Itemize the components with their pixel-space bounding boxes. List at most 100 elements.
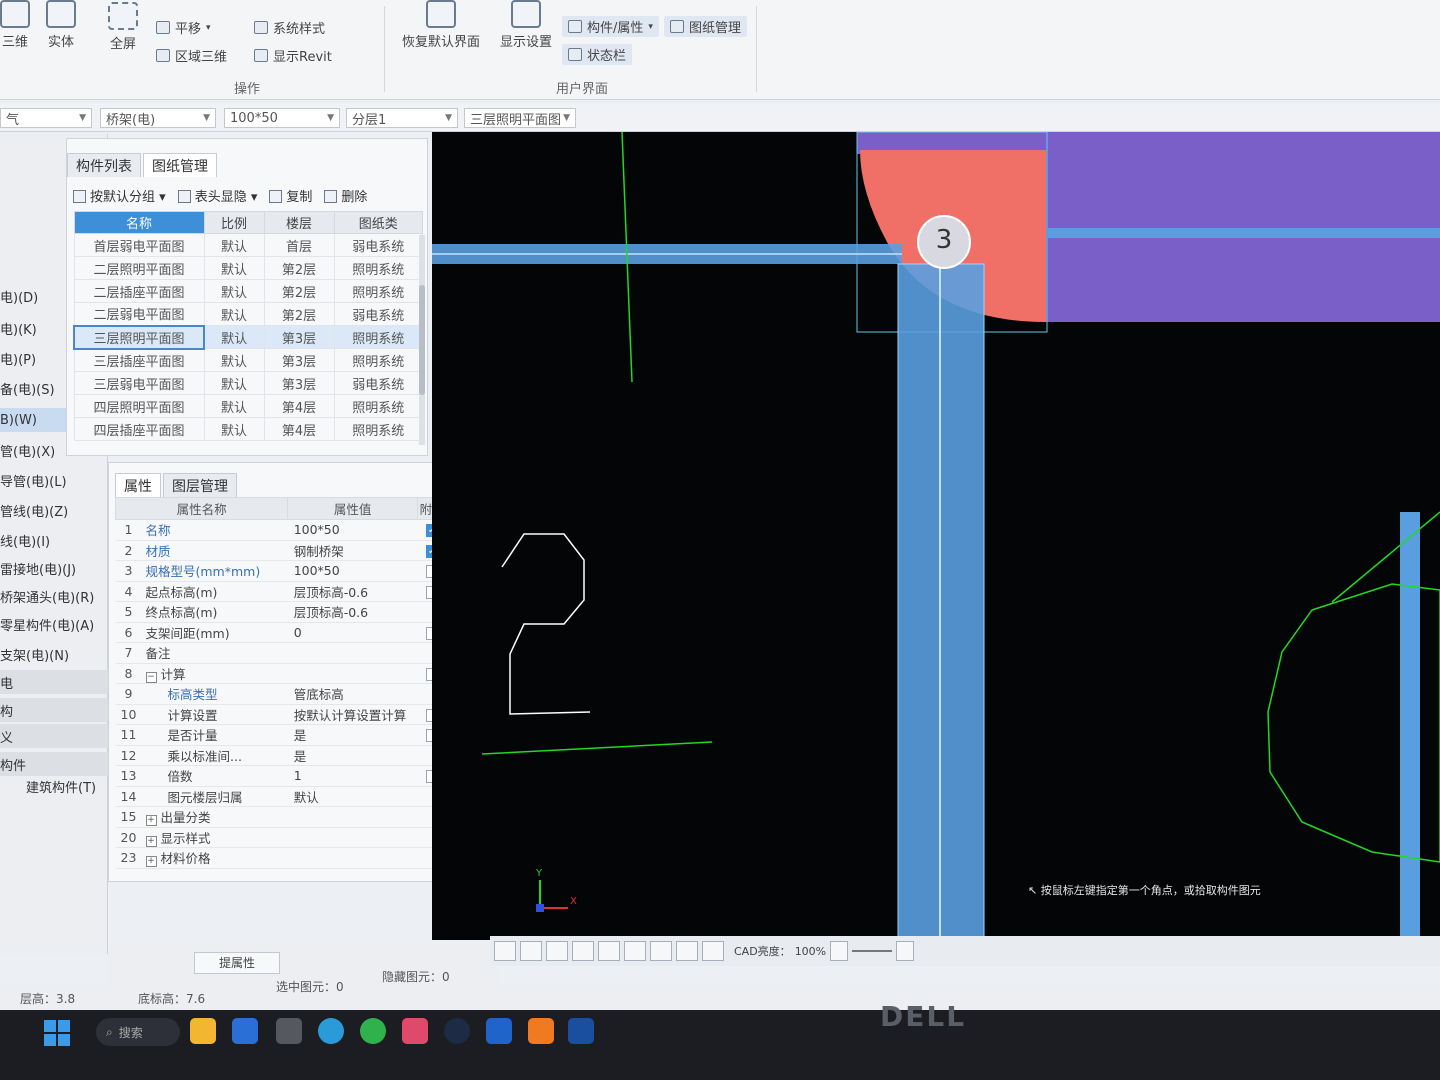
- select-box-icon[interactable]: [546, 941, 568, 961]
- property-value[interactable]: [287, 827, 418, 848]
- property-row[interactable]: 12 乘以标准间... 是: [115, 745, 447, 766]
- collapse-icon[interactable]: −: [145, 671, 157, 683]
- media-app-icon[interactable]: [402, 1018, 428, 1044]
- tree-item[interactable]: 管线(电)(Z): [0, 498, 108, 522]
- tree-item[interactable]: 零星构件(电)(A): [0, 612, 108, 636]
- show-revit-button[interactable]: 显示Revit: [254, 46, 332, 65]
- display-icon[interactable]: [676, 941, 698, 961]
- taskbar-search[interactable]: ⌕ 搜索: [96, 1018, 180, 1046]
- tree-item[interactable]: 构件: [0, 752, 108, 776]
- delete-button[interactable]: 删除: [324, 186, 367, 205]
- tree-item[interactable]: 支架(电)(N): [0, 642, 108, 666]
- property-value[interactable]: 1: [287, 765, 418, 787]
- drawing-text-2[interactable]: [501, 533, 591, 715]
- property-value[interactable]: [287, 663, 418, 684]
- cad-app-icon[interactable]: [568, 1018, 594, 1044]
- drawing-mgmt-toggle[interactable]: 图纸管理: [664, 16, 748, 37]
- 3d-view-button[interactable]: 三维: [0, 0, 30, 50]
- file-explorer-icon[interactable]: [190, 1018, 216, 1044]
- brightness-minus-icon[interactable]: [830, 941, 849, 961]
- solid-button[interactable]: 实体: [46, 0, 76, 50]
- cable-tray-right-vertical[interactable]: [1400, 512, 1420, 940]
- cad-viewport[interactable]: 3 2 X Y ↖ 按鼠标左键指定第一个角点，或拾取构件图元: [432, 132, 1440, 940]
- ortho-icon[interactable]: [520, 941, 542, 961]
- scroll-thumb[interactable]: [419, 285, 425, 395]
- copy-button[interactable]: 复制: [269, 186, 312, 205]
- property-value[interactable]: 层顶标高-0.6: [287, 581, 418, 602]
- filter-icon[interactable]: [650, 941, 672, 961]
- brightness-slider[interactable]: [852, 950, 893, 952]
- list-scrollbar[interactable]: [419, 235, 425, 445]
- restore-default-button[interactable]: 恢复默认界面: [402, 0, 480, 50]
- drawing-combo[interactable]: 三层照明平面图 ▼: [464, 108, 576, 128]
- property-row[interactable]: 8− 计算: [115, 663, 447, 684]
- settings-icon[interactable]: [702, 941, 724, 961]
- table-row[interactable]: 四层插座平面图 默认 第4层 照明系统: [73, 417, 423, 441]
- property-value[interactable]: 是: [287, 724, 418, 746]
- property-value[interactable]: 默认: [287, 786, 418, 807]
- tree-item[interactable]: 导管(电)(L): [0, 468, 108, 492]
- cable-tray-right[interactable]: [1046, 228, 1440, 238]
- tree-item[interactable]: 电: [0, 670, 108, 694]
- property-row[interactable]: 2材质钢制桥架✓: [115, 540, 447, 561]
- property-row[interactable]: 14 图元楼层归属 默认: [115, 786, 447, 807]
- tree-item[interactable]: 桥架通头(电)(R): [0, 584, 108, 608]
- expand-icon[interactable]: +: [145, 835, 157, 847]
- property-row[interactable]: 7 备注: [115, 642, 447, 664]
- table-row[interactable]: 三层照明平面图 默认 第3层 照明系统: [73, 324, 423, 350]
- steam-icon[interactable]: [444, 1018, 470, 1044]
- property-row[interactable]: 3 规格型号(mm*mm) 100*50: [115, 560, 447, 582]
- tab-drawing-mgmt[interactable]: 图纸管理: [143, 153, 217, 177]
- tree-item[interactable]: 雷接地(电)(J): [0, 556, 108, 580]
- property-value[interactable]: 0: [287, 622, 418, 643]
- table-row[interactable]: 首层弱电平面图 默认 首层 弱电系统: [73, 233, 423, 257]
- glodon-g-icon[interactable]: [528, 1018, 554, 1044]
- spec-combo[interactable]: 100*50 ▼: [224, 108, 340, 128]
- column-header-floor[interactable]: 楼层: [263, 211, 335, 234]
- property-row[interactable]: 9 标高类型 管底标高: [115, 683, 447, 705]
- tree-item[interactable]: 构: [0, 698, 108, 722]
- region-3d-button[interactable]: 区域三维: [156, 46, 227, 65]
- pan-button[interactable]: 平移 ▾: [156, 18, 211, 37]
- tab-properties[interactable]: 属性: [115, 473, 161, 498]
- property-row[interactable]: 4 起点标高(m) 层顶标高-0.6: [115, 581, 447, 602]
- property-row[interactable]: 6 支架间距(mm) 0: [115, 622, 447, 643]
- store-icon[interactable]: [232, 1018, 258, 1044]
- table-row[interactable]: 二层弱电平面图 默认 第2层 弱电系统: [73, 302, 423, 326]
- wechat-icon[interactable]: [360, 1018, 386, 1044]
- expand-icon[interactable]: +: [145, 815, 157, 827]
- layer-toggle-icon[interactable]: [624, 941, 646, 961]
- table-row[interactable]: 二层插座平面图 默认 第2层 照明系统: [73, 279, 423, 303]
- group-default-button[interactable]: 按默认分组 ▾: [73, 186, 166, 205]
- cross-icon[interactable]: [598, 941, 620, 961]
- expand-icon[interactable]: +: [145, 856, 157, 868]
- tab-layer-mgmt[interactable]: 图层管理: [163, 473, 237, 498]
- tab-component-list[interactable]: 构件列表: [67, 153, 141, 177]
- view-cube-icon[interactable]: [572, 941, 594, 961]
- table-row[interactable]: 三层弱电平面图 默认 第3层 弱电系统: [73, 371, 423, 395]
- table-row[interactable]: 四层照明平面图 默认 第4层 照明系统: [73, 394, 423, 418]
- display-settings-button[interactable]: 显示设置: [500, 0, 552, 50]
- pick-property-button[interactable]: 提属性: [194, 952, 280, 974]
- property-row[interactable]: 11 是否计量 是: [115, 724, 447, 746]
- property-value[interactable]: 钢制桥架: [287, 540, 418, 561]
- property-value[interactable]: 是: [287, 745, 418, 766]
- property-row[interactable]: 23 + 材料价格: [115, 847, 447, 869]
- tree-item[interactable]: 义: [0, 724, 108, 748]
- category-combo[interactable]: 桥架(电) ▼: [100, 108, 216, 128]
- property-row[interactable]: 10 计算设置 按默认计算设置计算: [115, 704, 447, 725]
- property-row[interactable]: 13 倍数 1: [115, 765, 447, 787]
- fullscreen-button[interactable]: 全屏: [108, 2, 138, 52]
- column-header-scale[interactable]: 比例: [203, 211, 265, 234]
- table-row[interactable]: 三层插座平面图 默认 第3层 照明系统: [73, 348, 423, 372]
- app-cube-icon[interactable]: [276, 1018, 302, 1044]
- column-header-type[interactable]: 图纸类: [333, 211, 423, 234]
- property-row[interactable]: 20 + 显示样式: [115, 827, 447, 848]
- property-row[interactable]: 1名称100*50✓: [115, 519, 447, 541]
- property-row[interactable]: 5 终点标高(m) 层顶标高-0.6: [115, 601, 447, 623]
- tree-item[interactable]: 线(电)(I): [0, 528, 108, 552]
- type-combo[interactable]: 气 ▼: [0, 108, 92, 128]
- property-value[interactable]: 按默认计算设置计算: [287, 704, 418, 725]
- glodon-a-icon[interactable]: [486, 1018, 512, 1044]
- property-value[interactable]: [287, 806, 418, 828]
